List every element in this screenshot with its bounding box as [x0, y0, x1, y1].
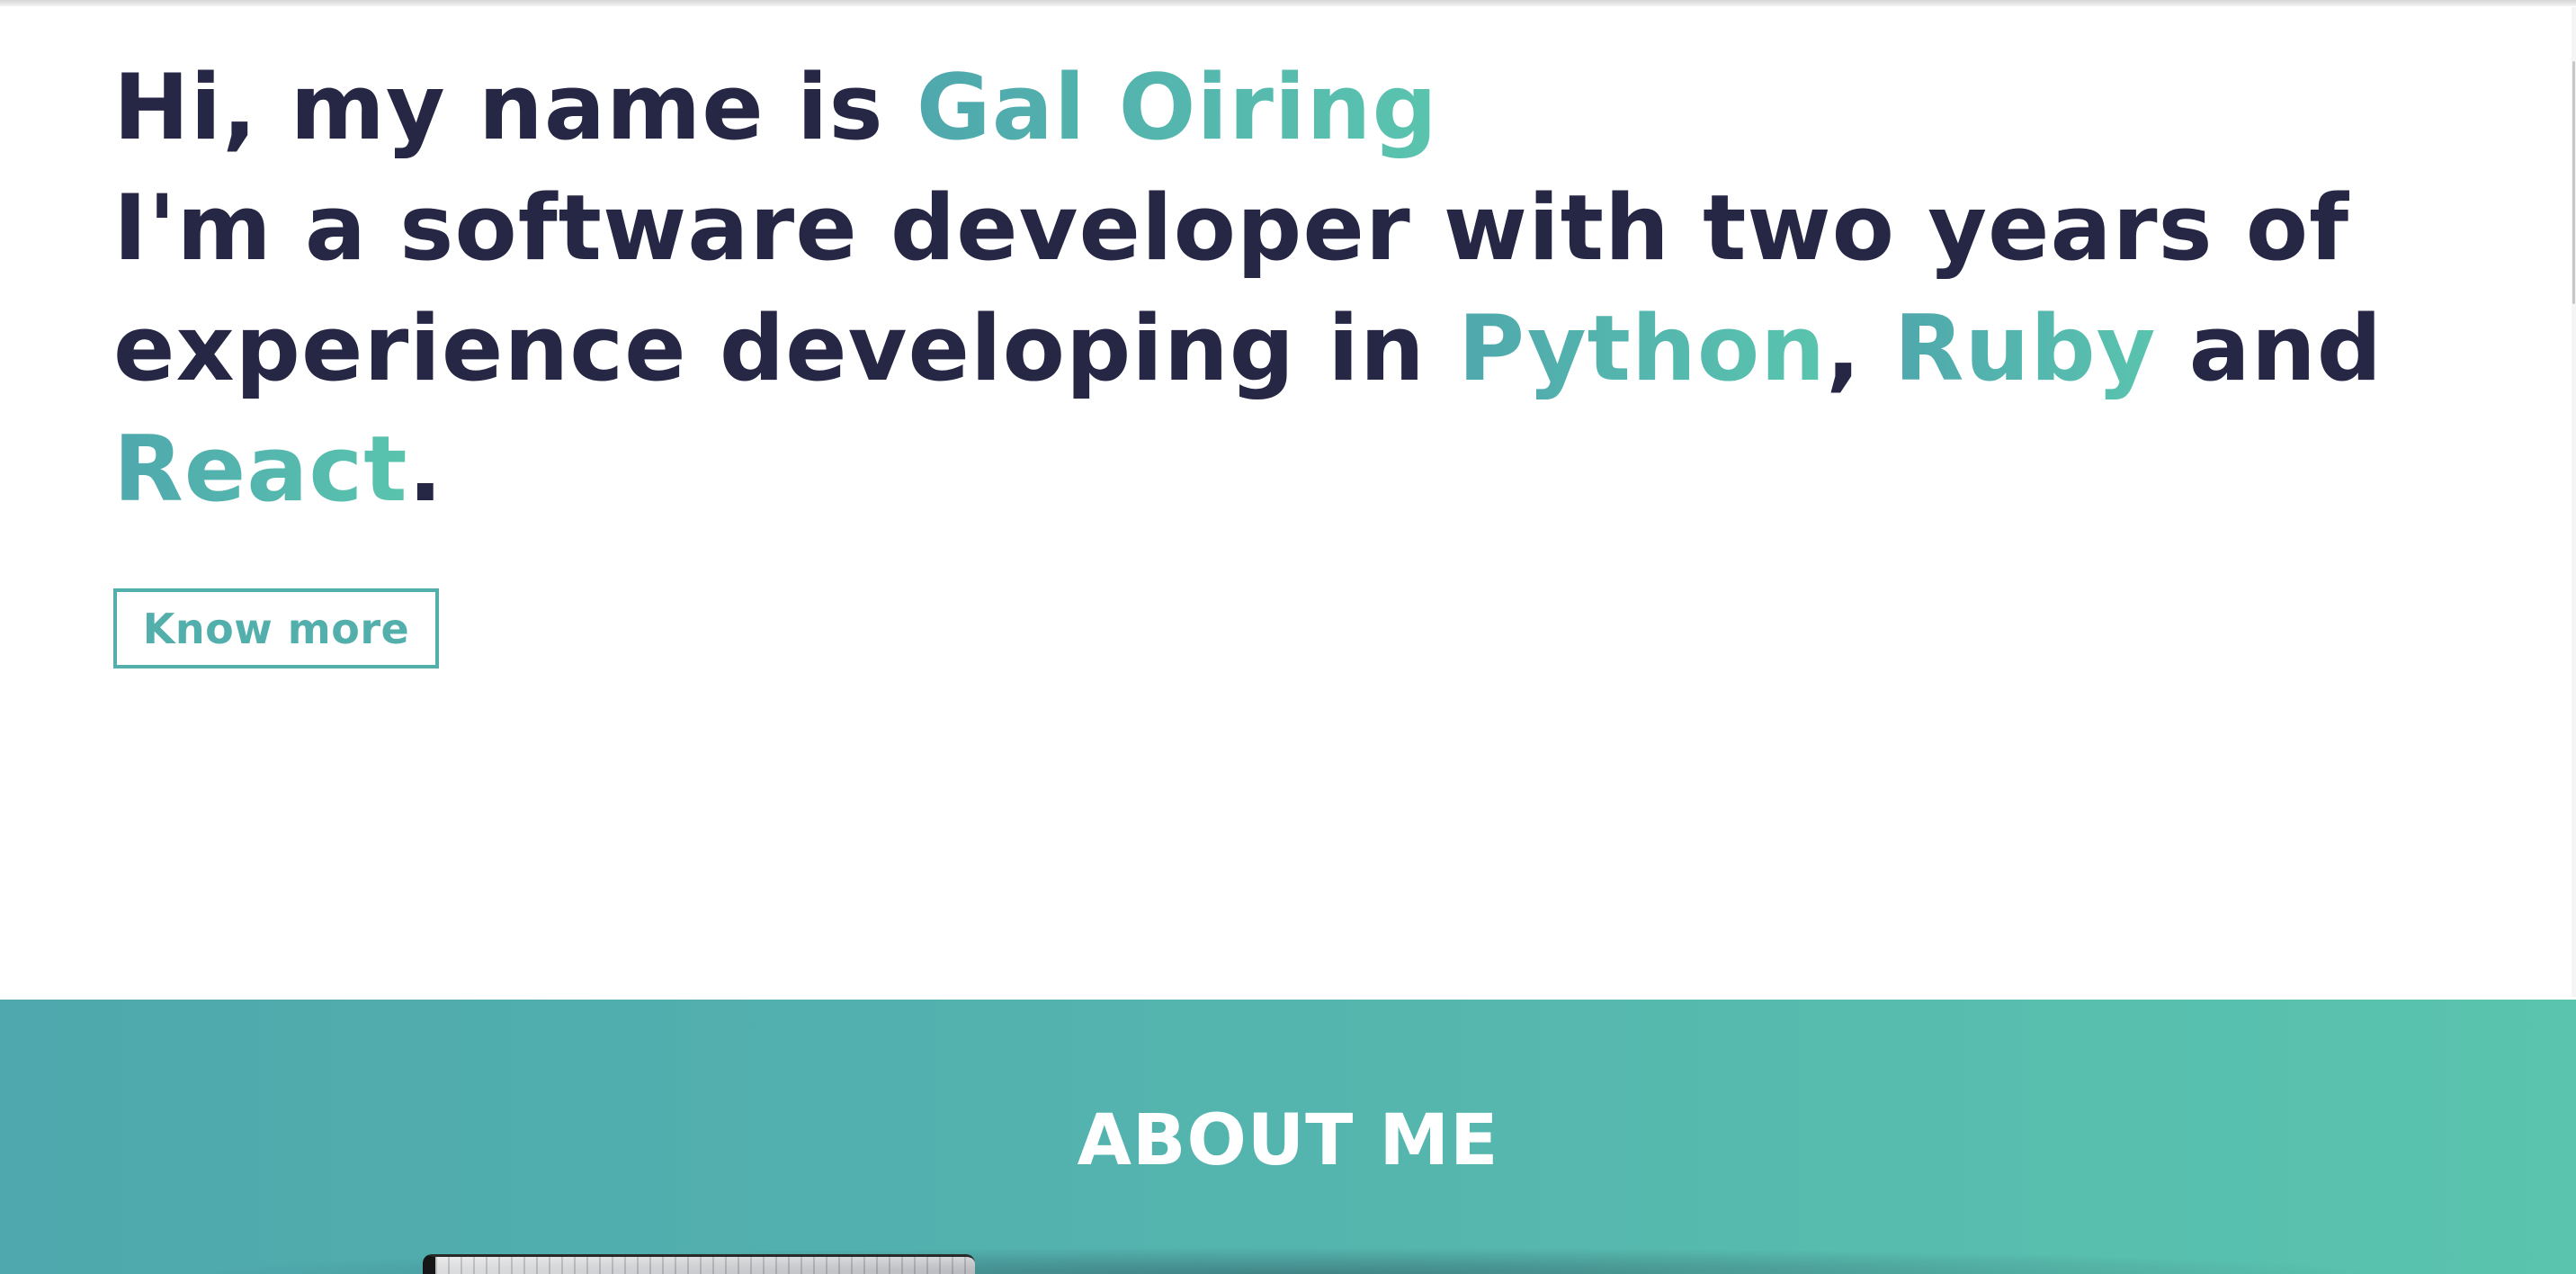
- skill-ruby: Ruby: [1893, 295, 2157, 401]
- greeting-prefix: Hi, my name is: [113, 54, 917, 160]
- about-section: ABOUT ME: [0, 1000, 2576, 1274]
- skill-python: Python: [1457, 295, 1827, 401]
- scrollbar-track[interactable]: [2572, 7, 2576, 997]
- skill-connector: and: [2156, 295, 2384, 401]
- tagline-period: .: [407, 416, 443, 522]
- skill-separator: ,: [1826, 295, 1894, 401]
- hero-tagline-line-1: I'm a software developer with two years …: [113, 175, 2350, 281]
- browser-top-edge: [0, 0, 2576, 6]
- hero-greeting: Hi, my name is Gal Oiring: [113, 47, 2488, 167]
- hero-tagline-line-2: experience developing in Python, Ruby an…: [113, 288, 2488, 408]
- hero-section: Hi, my name is Gal Oiring I'm a software…: [113, 47, 2488, 529]
- hero-tagline-line-3: React.: [113, 408, 2488, 529]
- section-shadow: [180, 1247, 2393, 1274]
- scrollbar-thumb[interactable]: [2572, 61, 2575, 304]
- skill-react: React: [113, 416, 408, 522]
- know-more-button[interactable]: Know more: [113, 588, 439, 668]
- hero-name: Gal Oiring: [916, 54, 1438, 160]
- tagline-prefix: experience developing in: [113, 295, 1458, 401]
- about-title: ABOUT ME: [1077, 1100, 1499, 1181]
